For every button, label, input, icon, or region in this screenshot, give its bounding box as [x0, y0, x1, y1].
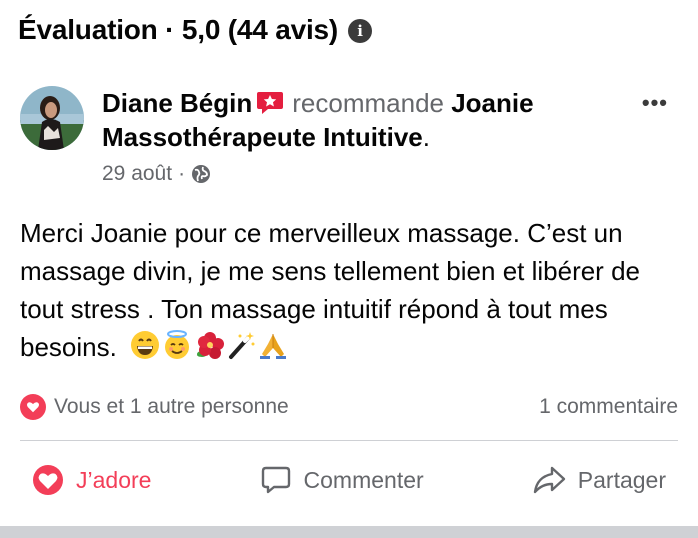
reactions-summary[interactable]: Vous et 1 autre personne — [20, 394, 289, 420]
comment-button[interactable]: Commenter — [248, 458, 436, 502]
author-name[interactable]: Diane Bégin — [102, 88, 252, 118]
post-body: Merci Joanie pour ce merveilleux massage… — [20, 214, 680, 366]
post-date[interactable]: 29 août — [102, 162, 172, 186]
folded-hands-emoji — [258, 330, 288, 360]
comment-icon — [260, 464, 292, 496]
bottom-separator — [0, 526, 698, 538]
post-header: Diane Bégin recommande Joanie Massothérap… — [20, 86, 680, 196]
avatar[interactable] — [20, 86, 84, 150]
action-bar: J’adore Commenter Partager — [20, 452, 678, 508]
post-stats: Vous et 1 autre personne 1 commentaire — [20, 392, 678, 422]
comment-label: Commenter — [303, 466, 424, 493]
grinning-face-emoji — [130, 330, 160, 360]
magic-wand-emoji — [226, 330, 256, 360]
post-text: Merci Joanie pour ce merveilleux massage… — [20, 218, 640, 362]
recommend-badge-icon — [256, 89, 284, 114]
divider — [20, 440, 678, 441]
heart-icon — [32, 464, 64, 496]
info-icon[interactable]: i — [348, 19, 373, 43]
share-icon — [532, 464, 566, 496]
meta-separator: · — [178, 162, 186, 185]
recommend-text: recommande — [292, 88, 444, 118]
page-suffix: . — [422, 122, 430, 152]
smiling-face-with-halo-emoji — [162, 330, 192, 360]
share-button[interactable]: Partager — [520, 458, 678, 502]
love-button[interactable]: J’adore — [20, 458, 163, 502]
post-meta: 29 août · — [102, 162, 211, 186]
more-options-icon[interactable]: ••• — [642, 90, 668, 116]
love-label: J’adore — [76, 466, 152, 493]
emoji-row — [130, 330, 288, 360]
rating-title: Évaluation · 5,0 (44 avis) — [18, 14, 339, 45]
heart-reaction-icon — [20, 394, 46, 420]
comments-count[interactable]: 1 commentaire — [539, 395, 678, 419]
globe-icon — [191, 164, 211, 184]
reactions-text[interactable]: Vous et 1 autre personne — [54, 395, 289, 419]
share-label: Partager — [577, 466, 666, 493]
post-author-line: Diane Bégin recommande Joanie Massothérap… — [102, 86, 612, 154]
hibiscus-emoji — [194, 330, 225, 360]
rating-header: Évaluation · 5,0 (44 avis) i — [18, 14, 373, 46]
